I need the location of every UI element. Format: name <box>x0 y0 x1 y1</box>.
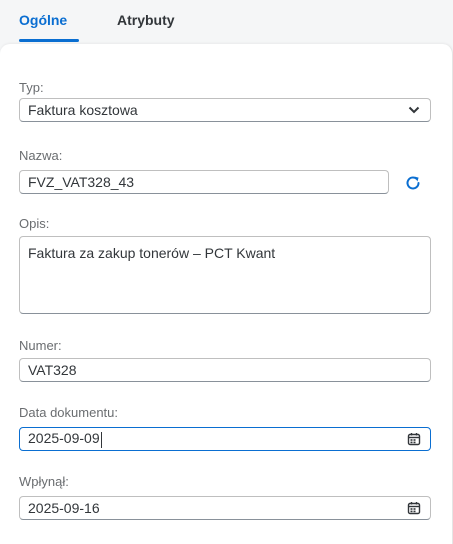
name-label: Nazwa: <box>19 148 63 163</box>
number-input[interactable]: VAT328 <box>19 358 431 382</box>
type-label: Typ: <box>19 80 44 95</box>
received-date-value: 2025-09-16 <box>28 500 100 516</box>
type-select-value: Faktura kosztowa <box>28 102 138 118</box>
number-label: Numer: <box>19 338 62 353</box>
active-tab-indicator <box>19 39 79 42</box>
received-date-input[interactable]: 2025-09-16 <box>19 496 431 520</box>
description-value: Faktura za zakup tonerów – PCT Kwant <box>28 245 276 261</box>
name-input[interactable]: FVZ_VAT328_43 <box>19 170 389 194</box>
number-input-value: VAT328 <box>28 362 77 378</box>
calendar-icon[interactable] <box>406 431 422 447</box>
tab-ogolne[interactable]: Ogólne <box>19 12 67 28</box>
tab-bar: Ogólne Atrybuty <box>0 0 453 44</box>
document-date-label: Data dokumentu: <box>19 405 119 420</box>
name-input-value: FVZ_VAT328_43 <box>28 174 135 190</box>
document-date-value: 2025-09-09 <box>28 430 100 447</box>
text-caret <box>100 431 102 448</box>
description-textarea[interactable]: Faktura za zakup tonerów – PCT Kwant <box>19 236 431 314</box>
chevron-down-icon[interactable] <box>406 102 422 118</box>
refresh-icon[interactable] <box>402 172 424 194</box>
calendar-icon[interactable] <box>406 500 422 516</box>
tab-atrybuty[interactable]: Atrybuty <box>117 12 175 28</box>
document-date-input[interactable]: 2025-09-09 <box>19 427 431 451</box>
description-label: Opis: <box>19 216 50 231</box>
type-select[interactable]: Faktura kosztowa <box>19 98 431 122</box>
received-date-label: Wpłynął: <box>19 474 69 489</box>
